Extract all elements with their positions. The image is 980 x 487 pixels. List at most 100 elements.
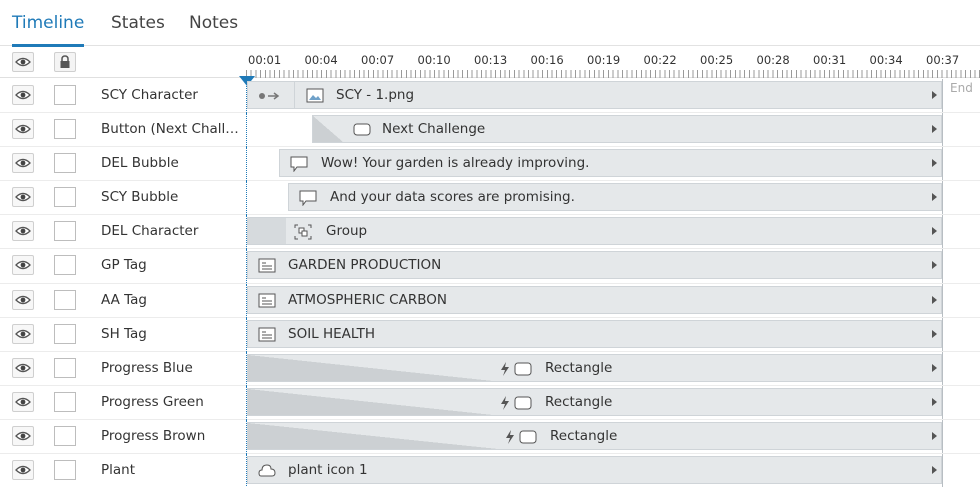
- timeline-bar[interactable]: Group: [247, 217, 942, 246]
- ruler-time-label: 00:22: [643, 53, 677, 67]
- image-icon: [306, 88, 324, 103]
- visibility-toggle[interactable]: [12, 425, 34, 446]
- object-name[interactable]: DEL Bubble: [101, 155, 243, 171]
- timeline-bar[interactable]: ATMOSPHERIC CARBON: [247, 285, 942, 314]
- visibility-toggle[interactable]: [12, 119, 34, 140]
- bar-label: And your data scores are promising.: [330, 189, 575, 206]
- expand-arrow-icon[interactable]: [932, 363, 937, 372]
- lock-checkbox[interactable]: [54, 221, 76, 242]
- timeline-row: SCY Bubble And your data scores are prom…: [0, 181, 980, 216]
- timeline-bar[interactable]: Rectangle: [247, 353, 942, 382]
- object-name[interactable]: DEL Character: [101, 223, 243, 239]
- timeline-row: DEL Character Group: [0, 215, 980, 250]
- lightning-icon: [501, 395, 509, 410]
- speech-bubble-icon: [290, 156, 308, 173]
- visibility-toggle[interactable]: [12, 85, 34, 105]
- object-name[interactable]: SCY Character: [101, 87, 243, 103]
- lock-checkbox[interactable]: [54, 187, 76, 208]
- timeline-bar[interactable]: And your data scores are promising.: [288, 183, 942, 212]
- expand-arrow-icon[interactable]: [932, 466, 937, 475]
- object-name[interactable]: Plant: [101, 462, 243, 478]
- group-icon: [294, 224, 312, 240]
- timeline-bar[interactable]: Rectangle: [247, 387, 942, 416]
- visibility-toggle[interactable]: [12, 391, 34, 412]
- timeline-track: Rectangle: [246, 351, 980, 386]
- visibility-toggle[interactable]: [12, 221, 34, 242]
- timeline-track: Rectangle: [246, 385, 980, 420]
- bar-label: SOIL HEALTH: [288, 325, 375, 342]
- object-name[interactable]: SH Tag: [101, 326, 243, 342]
- timeline-bar[interactable]: SOIL HEALTH: [247, 319, 942, 348]
- expand-arrow-icon[interactable]: [932, 295, 937, 304]
- visibility-toggle[interactable]: [12, 255, 34, 276]
- timeline-row: SH Tag SOIL HEALTH: [0, 317, 980, 352]
- visibility-toggle[interactable]: [12, 357, 34, 378]
- eye-icon: [15, 124, 31, 134]
- toggle-all-lock-button[interactable]: [54, 52, 76, 72]
- time-ruler[interactable]: 00:01 00:04 00:07 00:10 00:13 00:16 00:19 00:22…: [239, 47, 980, 86]
- object-name[interactable]: Progress Green: [101, 394, 243, 410]
- expand-arrow-icon[interactable]: [932, 397, 937, 406]
- lock-checkbox[interactable]: [54, 460, 76, 481]
- toggle-all-visibility-button[interactable]: [12, 52, 34, 72]
- eye-icon: [15, 363, 31, 372]
- timeline-row: Progress Green Rectangle: [0, 385, 980, 420]
- lock-checkbox[interactable]: [54, 255, 76, 276]
- expand-arrow-icon[interactable]: [932, 261, 937, 270]
- object-name[interactable]: GP Tag: [101, 257, 243, 273]
- lock-checkbox[interactable]: [54, 425, 76, 446]
- lock-checkbox[interactable]: [54, 391, 76, 412]
- expand-arrow-icon[interactable]: [932, 91, 937, 99]
- timeline-track: Next Challenge: [246, 113, 980, 148]
- ruler-time-label: 00:04: [304, 53, 338, 67]
- timeline-track: SCY - 1.png: [246, 79, 980, 113]
- lightning-icon: [506, 429, 514, 444]
- expand-arrow-icon[interactable]: [932, 159, 937, 168]
- lock-checkbox[interactable]: [54, 323, 76, 344]
- timeline-rows: SCY Character SCY - 1.png Button (Next C…: [0, 79, 980, 487]
- lock-checkbox[interactable]: [54, 357, 76, 378]
- timeline-bar[interactable]: GARDEN PRODUCTION: [247, 251, 942, 280]
- timeline-row: Plant plant icon 1: [0, 454, 980, 487]
- lock-checkbox[interactable]: [54, 289, 76, 310]
- lock-checkbox[interactable]: [54, 85, 76, 105]
- expand-arrow-icon[interactable]: [932, 431, 937, 440]
- timeline-bar[interactable]: Next Challenge: [312, 115, 942, 144]
- fade-in-indicator: [313, 116, 343, 143]
- object-name[interactable]: Progress Blue: [101, 360, 243, 376]
- lock-checkbox[interactable]: [54, 119, 76, 140]
- eye-icon: [15, 329, 31, 338]
- visibility-toggle[interactable]: [12, 289, 34, 310]
- visibility-toggle[interactable]: [12, 323, 34, 344]
- timeline-row: SCY Character SCY - 1.png: [0, 79, 980, 114]
- eye-icon: [15, 90, 31, 100]
- timeline-track: Rectangle: [246, 419, 980, 454]
- lock-checkbox[interactable]: [54, 153, 76, 174]
- timeline-track: Wow! Your garden is already improving.: [246, 147, 980, 182]
- timeline-bar[interactable]: Rectangle: [247, 421, 942, 450]
- visibility-toggle[interactable]: [12, 153, 34, 174]
- timeline-bar[interactable]: Wow! Your garden is already improving.: [279, 149, 942, 178]
- expand-arrow-icon[interactable]: [932, 329, 937, 338]
- timeline-bar[interactable]: SCY - 1.png: [247, 81, 942, 109]
- tab-states[interactable]: States: [111, 13, 165, 33]
- object-name[interactable]: AA Tag: [101, 292, 243, 308]
- timeline-bar[interactable]: plant icon 1: [247, 456, 942, 485]
- visibility-toggle[interactable]: [12, 187, 34, 208]
- expand-arrow-icon[interactable]: [932, 193, 937, 202]
- visibility-toggle[interactable]: [12, 460, 34, 481]
- timeline-row: DEL Bubble Wow! Your garden is already i…: [0, 147, 980, 182]
- tab-timeline[interactable]: Timeline: [12, 13, 85, 47]
- expand-arrow-icon[interactable]: [932, 125, 937, 134]
- fade-in-indicator: [248, 422, 498, 449]
- text-caption-icon: [258, 293, 276, 308]
- object-name[interactable]: Button (Next Challen...: [101, 121, 243, 137]
- tab-notes[interactable]: Notes: [189, 13, 238, 33]
- eye-icon: [15, 431, 31, 441]
- object-name[interactable]: Progress Brown: [101, 428, 243, 444]
- ruler-time-label: 00:25: [700, 53, 734, 67]
- lightning-icon: [501, 361, 509, 376]
- bar-label: Rectangle: [545, 393, 613, 410]
- expand-arrow-icon[interactable]: [932, 227, 937, 236]
- object-name[interactable]: SCY Bubble: [101, 189, 243, 205]
